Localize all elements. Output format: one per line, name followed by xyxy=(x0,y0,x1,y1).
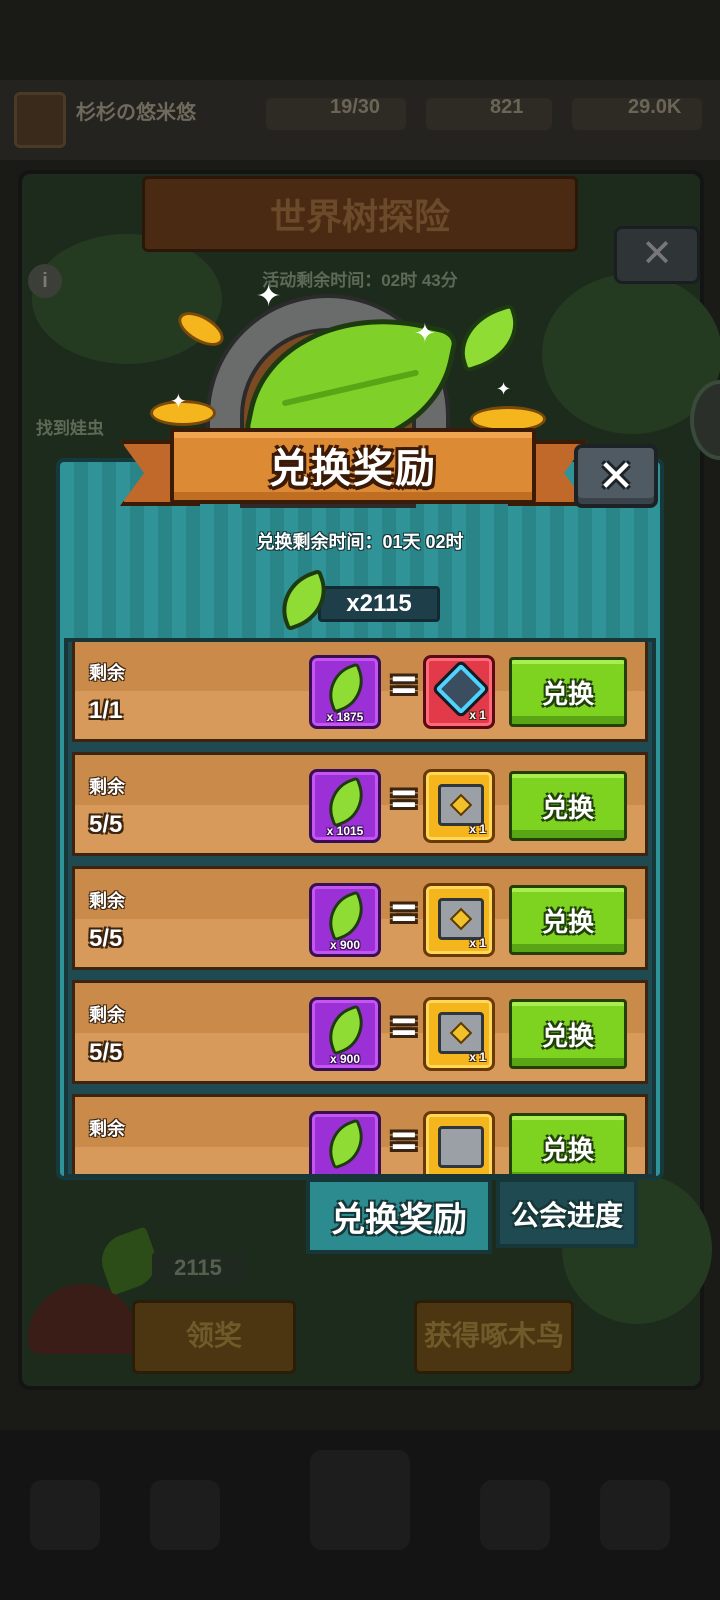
nav-talent-icon[interactable] xyxy=(480,1480,550,1550)
reward-item xyxy=(423,1111,495,1174)
cost-item: x 1015 xyxy=(309,769,381,843)
nav-guild-icon[interactable] xyxy=(600,1480,670,1550)
exchange-row: 剩余 = 兑换 xyxy=(72,1094,648,1174)
emblem-icon xyxy=(449,1021,473,1045)
exchange-row: 剩余 5/5 x 900 = x 1 兑换 xyxy=(72,980,648,1084)
exchange-button[interactable]: 兑换 xyxy=(509,657,627,727)
reward-quantity: x 1 xyxy=(469,936,486,950)
leaf-icon xyxy=(320,662,372,714)
resource-box-gems xyxy=(426,98,552,130)
reward-item: x 1 xyxy=(423,883,495,957)
cost-item: x 1875 xyxy=(309,655,381,729)
sparkle-icon: ✦ xyxy=(170,391,187,413)
cost-quantity: x 1015 xyxy=(326,824,364,838)
exchange-timer: 兑换剩余时间：01天 02时 xyxy=(256,532,464,552)
sparkle-icon: ✦ xyxy=(414,318,436,348)
exchange-button-label: 兑换 xyxy=(541,793,594,823)
tab-guild-progress[interactable]: 公会进度 xyxy=(496,1178,638,1248)
reward-item: x 1 xyxy=(423,769,495,843)
reward-quantity: x 1 xyxy=(469,1050,486,1064)
equals-sign: = xyxy=(391,888,417,937)
exchange-row: 剩余 5/5 x 1015 = x 1 兑换 xyxy=(72,752,648,856)
cost-quantity: x 1875 xyxy=(326,710,364,724)
sparkle-icon: ✦ xyxy=(256,280,282,313)
remaining-label: 剩余 xyxy=(89,663,125,683)
modal-title: 兑换奖励 xyxy=(269,447,437,491)
exchange-row: 剩余 1/1 x 1875 = x 1 兑换 xyxy=(72,642,648,742)
event-close-button[interactable]: ✕ xyxy=(614,226,700,284)
info-icon[interactable]: i xyxy=(28,264,62,298)
emblem-icon xyxy=(449,793,473,817)
leaf-icon xyxy=(320,776,372,828)
nav-battle-icon[interactable] xyxy=(310,1450,410,1550)
leaf-vein xyxy=(281,369,420,407)
remaining-count: 5/5 xyxy=(89,811,123,838)
leaf-balance: x2115 xyxy=(346,590,412,617)
exchange-button[interactable]: 兑换 xyxy=(509,771,627,841)
nav-shop-icon[interactable] xyxy=(30,1480,100,1550)
equals-sign: = xyxy=(391,774,417,823)
tab-label: 兑换奖励 xyxy=(331,1201,467,1239)
reward-item: x 1 xyxy=(423,997,495,1071)
exchange-button[interactable]: 兑换 xyxy=(509,885,627,955)
chest-icon xyxy=(438,1126,484,1168)
player-name: 杉杉の悠米悠 xyxy=(76,102,196,124)
equals-sign: = xyxy=(391,1116,417,1165)
get-woodpecker-button[interactable]: 获得啄木鸟 xyxy=(414,1300,574,1374)
cost-quantity: x 900 xyxy=(329,938,361,952)
remaining-label: 剩余 xyxy=(89,891,125,911)
leaf-icon xyxy=(320,1118,372,1170)
claim-button[interactable]: 领奖 xyxy=(132,1300,296,1374)
sparkle-icon: ✦ xyxy=(496,379,512,399)
reward-item: x 1 xyxy=(423,655,495,729)
exchange-list[interactable]: 剩余 1/1 x 1875 = x 1 兑换 剩余 5/5 x 1015 = x… xyxy=(64,638,656,1178)
resource-stamina: 19/30 xyxy=(330,96,381,118)
remaining-label: 剩余 xyxy=(89,777,125,797)
tab-label: 公会进度 xyxy=(510,1200,623,1231)
leaf-icon xyxy=(320,890,372,942)
resource-coins: 29.0K xyxy=(628,96,682,118)
emblem-icon xyxy=(449,907,473,931)
nav-heroes-icon[interactable] xyxy=(150,1480,220,1550)
chest-icon xyxy=(438,784,484,826)
bush-decoration xyxy=(32,234,222,364)
find-label: 找到娃虫 xyxy=(36,419,104,438)
cost-item xyxy=(309,1111,381,1174)
chest-icon xyxy=(438,898,484,940)
leaf-count: 2115 xyxy=(152,1252,244,1284)
event-timer: 活动剩余时间：02时 43分 xyxy=(262,271,458,290)
player-avatar xyxy=(14,92,66,148)
exchange-button-label: 兑换 xyxy=(541,1021,594,1051)
exchange-button-label: 兑换 xyxy=(541,1135,594,1165)
reward-quantity: x 1 xyxy=(469,822,486,836)
exchange-button[interactable]: 兑换 xyxy=(509,999,627,1069)
equals-sign: = xyxy=(391,660,417,709)
close-icon: ✕ xyxy=(597,452,635,501)
remaining-count: 1/1 xyxy=(89,697,123,724)
leaf-icon xyxy=(320,1004,372,1056)
cost-quantity: x 900 xyxy=(329,1052,361,1066)
reward-quantity: x 1 xyxy=(469,708,486,722)
event-title: 世界树探险 xyxy=(269,196,450,237)
remaining-label: 剩余 xyxy=(89,1005,125,1025)
tab-exchange-rewards[interactable]: 兑换奖励 xyxy=(306,1178,492,1254)
cost-item: x 900 xyxy=(309,883,381,957)
exchange-row: 剩余 5/5 x 900 = x 1 兑换 xyxy=(72,866,648,970)
remaining-label: 剩余 xyxy=(89,1119,125,1139)
exchange-button-label: 兑换 xyxy=(541,679,594,709)
resource-gems: 821 xyxy=(490,96,524,118)
remaining-count: 5/5 xyxy=(89,1039,123,1066)
exchange-button[interactable]: 兑换 xyxy=(509,1113,627,1174)
remaining-count: 5/5 xyxy=(89,925,123,952)
chest-icon xyxy=(438,1012,484,1054)
close-button[interactable]: ✕ xyxy=(574,444,658,508)
exchange-button-label: 兑换 xyxy=(541,907,594,937)
cost-item: x 900 xyxy=(309,997,381,1071)
equals-sign: = xyxy=(391,1002,417,1051)
